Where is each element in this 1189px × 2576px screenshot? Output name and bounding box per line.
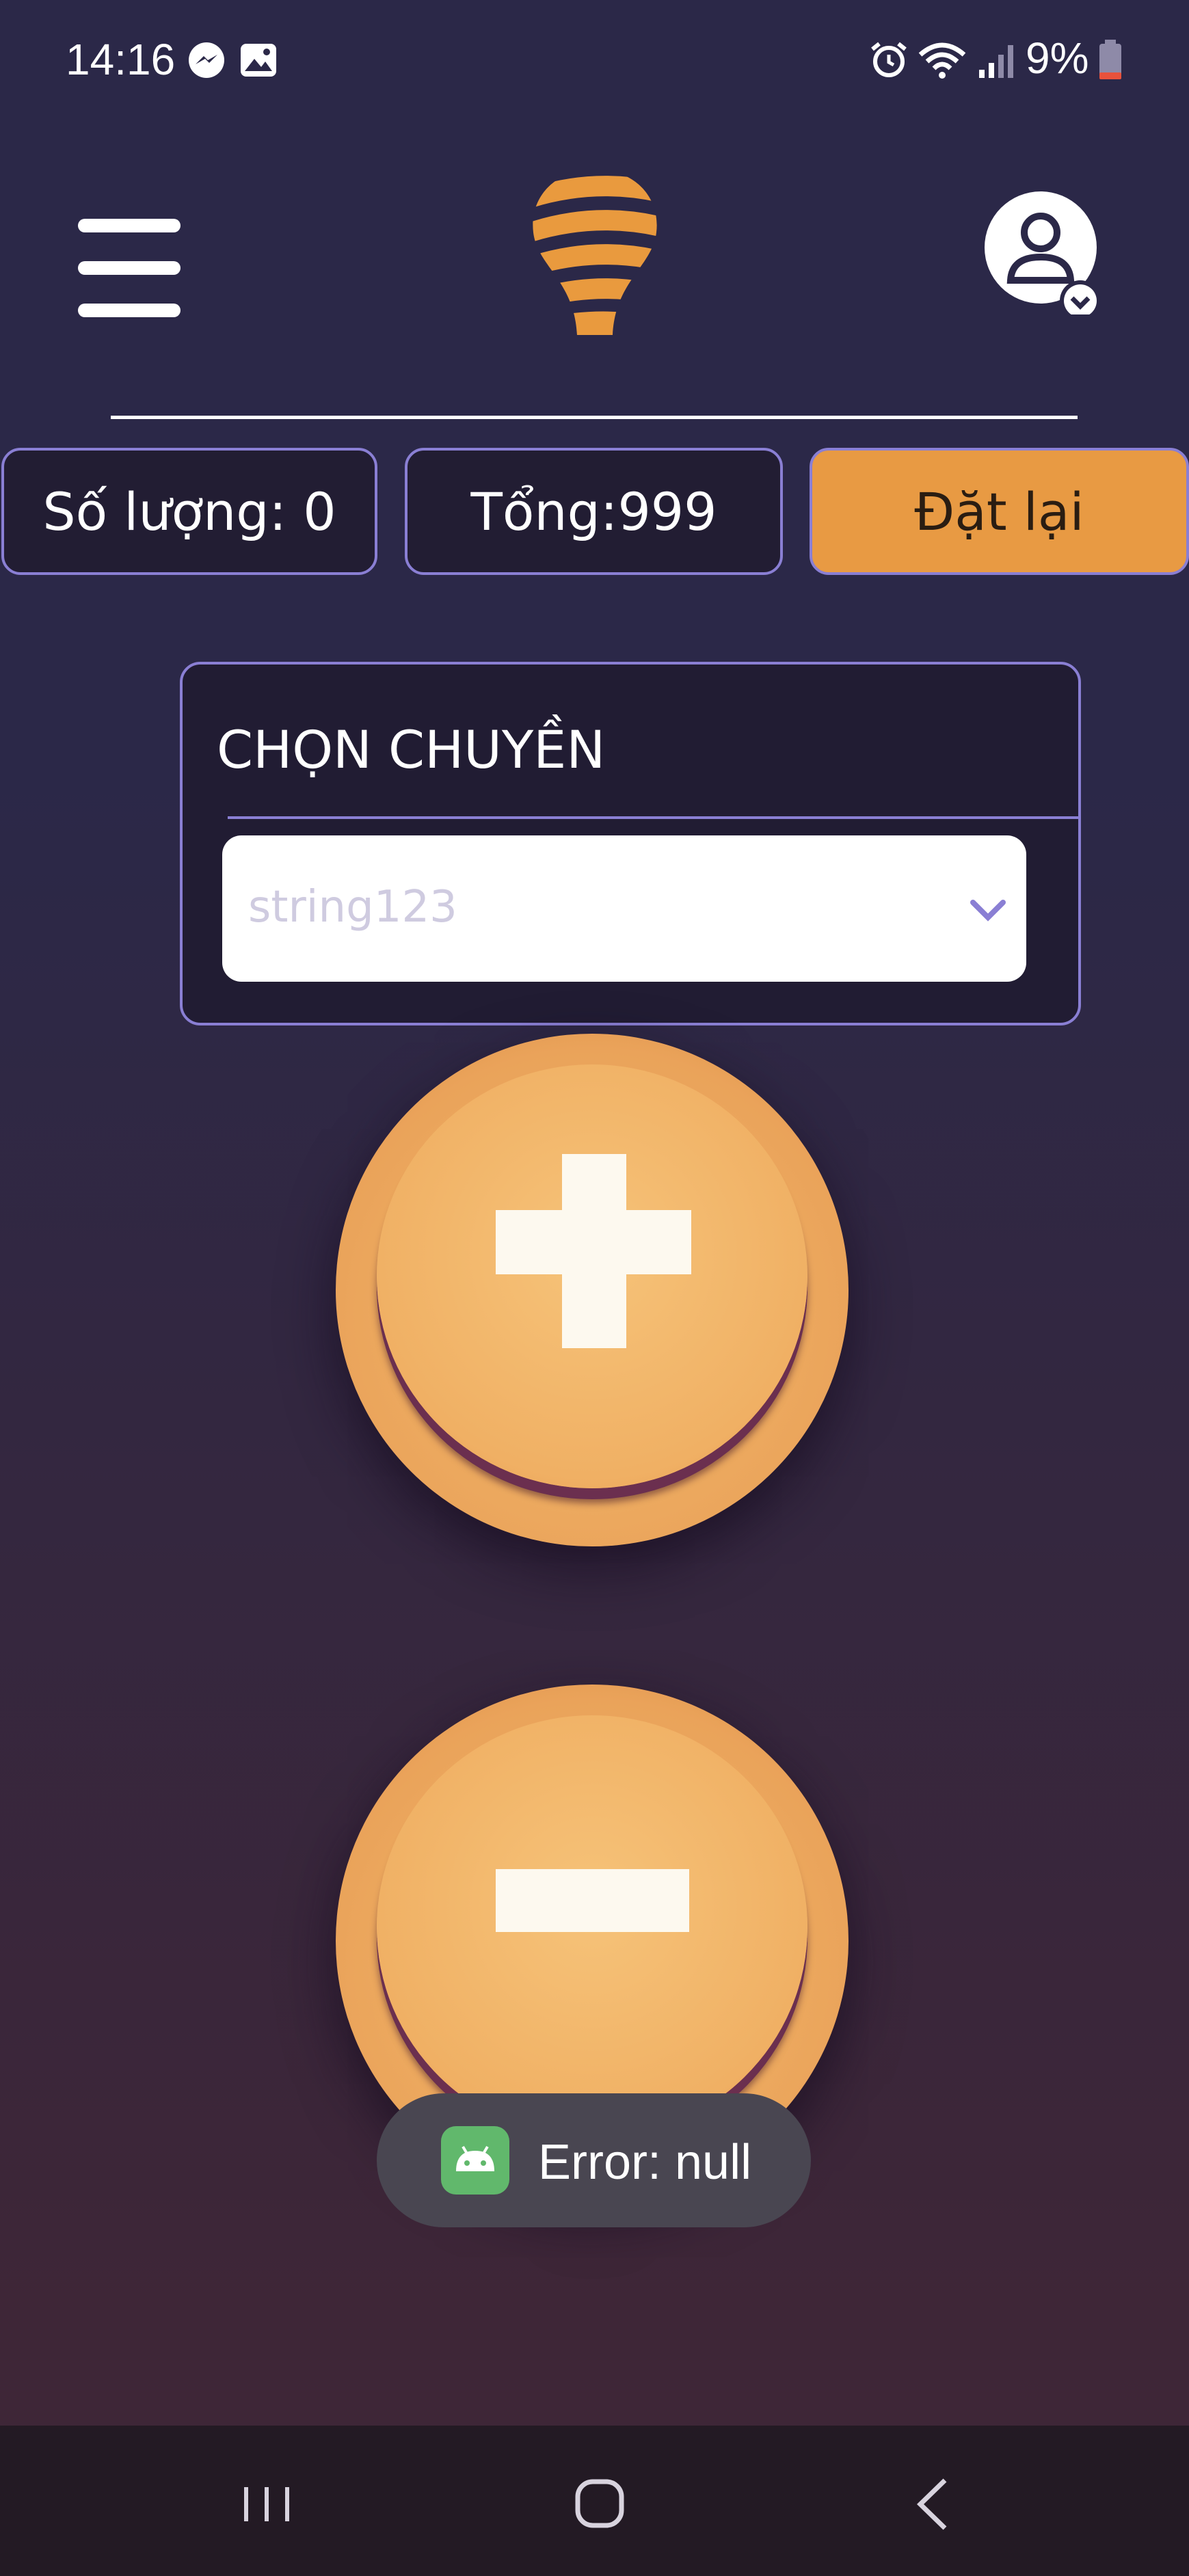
signal-icon [979,45,1013,78]
menu-line [78,219,181,232]
header-divider [111,416,1078,419]
error-toast: Error: null [377,2093,811,2227]
total-box: Tổng:999 [405,448,783,575]
quantity-label: Số lượng: 0 [42,481,336,542]
gallery-icon [241,44,276,77]
selector-title: CHỌN CHUYỀN [217,719,606,780]
status-time: 14:16 [66,35,176,84]
selected-line-value: string123 [248,882,457,933]
reset-label: Đặt lại [914,481,1084,542]
menu-line [78,261,181,275]
status-bar: 14:16 9% [0,0,1189,123]
minus-icon [496,1869,689,1932]
line-selector-card: CHỌN CHUYỀN string123 [180,662,1081,1025]
quantity-box: Số lượng: 0 [1,448,377,575]
menu-line [78,304,181,317]
battery-icon [1099,40,1121,79]
battery-percent: 9% [1026,33,1089,83]
system-nav-bar [0,2426,1189,2576]
back-icon[interactable] [893,2467,975,2542]
selector-divider [228,816,1081,819]
account-menu-button[interactable] [985,191,1108,314]
line-select-dropdown[interactable]: string123 [222,835,1026,982]
chevron-down-icon [970,900,1006,922]
toast-message: Error: null [538,2135,752,2190]
plus-icon-vertical [562,1154,626,1348]
android-app-icon [441,2126,509,2195]
wifi-icon [918,42,966,79]
messenger-icon [189,42,224,78]
reset-button[interactable]: Đặt lại [810,448,1189,575]
home-icon[interactable] [559,2467,641,2542]
lightbulb-logo-icon [533,170,657,335]
total-label: Tổng:999 [470,481,717,542]
menu-button[interactable] [78,219,181,318]
alarm-icon [871,42,907,77]
recent-apps-icon[interactable] [226,2467,308,2542]
